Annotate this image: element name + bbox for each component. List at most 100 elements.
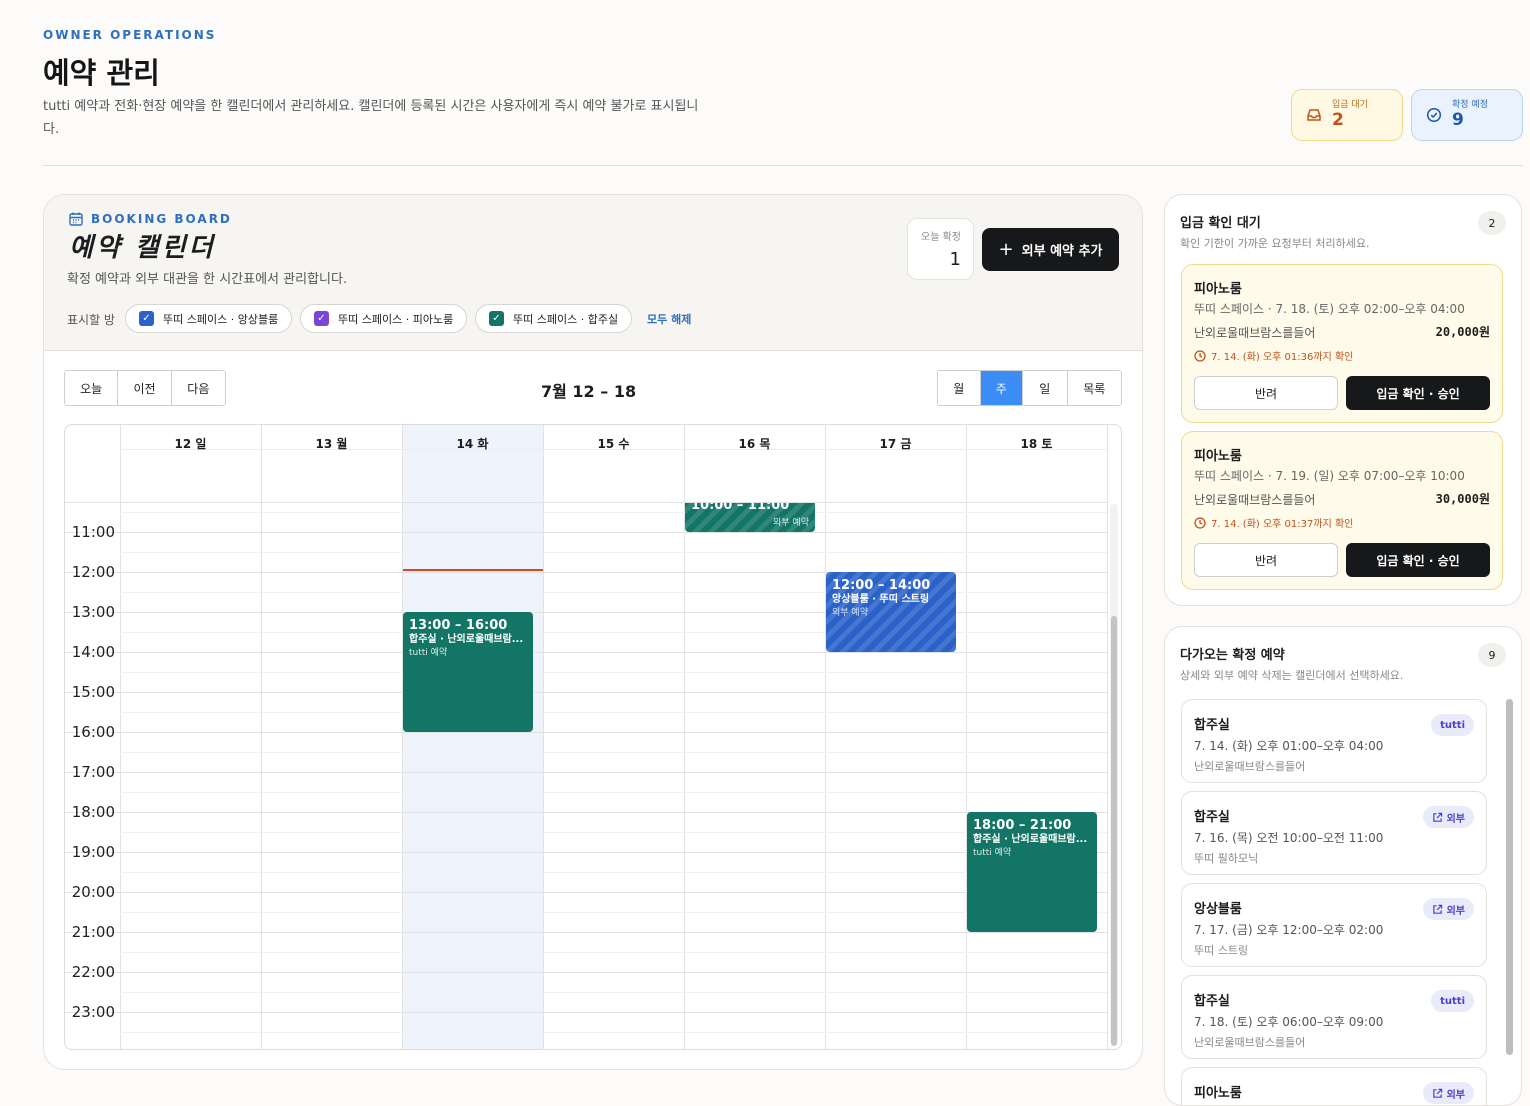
- clear-all-filters-link[interactable]: 모두 해제: [647, 311, 691, 327]
- external-link-icon: [1432, 1088, 1442, 1098]
- request-info: 뚜띠 스페이스 · 7. 19. (일) 오후 07:00–오후 10:00: [1194, 469, 1465, 483]
- booking-customer: 뚜띠 스트링: [1194, 944, 1249, 957]
- reject-button[interactable]: 반려: [1194, 376, 1338, 410]
- request-name: 난외로울때브람스를들어: [1194, 493, 1316, 507]
- prev-button[interactable]: 이전: [118, 371, 172, 405]
- room-filter-label: 뚜띠 스페이스 · 피아노룸: [338, 312, 454, 326]
- panel-subtitle: 확인 기한이 가까운 요청부터 처리하세요.: [1180, 237, 1370, 250]
- upcoming-booking-card[interactable]: 합주실 7. 16. (목) 오전 10:00–오전 11:00 뚜띠 필하모닉…: [1181, 791, 1487, 875]
- badge-label: tutti: [1440, 719, 1465, 731]
- page-eyebrow: OWNER OPERATIONS: [43, 28, 217, 42]
- plus-icon: +: [998, 239, 1014, 260]
- badge-label: 외부: [1446, 813, 1465, 825]
- pending-request-card: 피아노룸 뚜띠 스페이스 · 7. 18. (토) 오후 02:00–오후 04…: [1181, 264, 1503, 423]
- scrollbar-thumb[interactable]: [1506, 699, 1513, 1055]
- scrollbar-thumb[interactable]: [1111, 616, 1117, 1046]
- booking-source-badge: 외부: [1422, 898, 1474, 920]
- upcoming-booking-card[interactable]: 합주실 7. 14. (화) 오후 01:00–오후 04:00 난외로울때브람…: [1181, 699, 1487, 783]
- room-filter-piano[interactable]: ✓ 뚜띠 스페이스 · 피아노룸: [300, 304, 468, 333]
- board-eyebrow: BOOKING BOARD: [91, 212, 232, 226]
- booking-source-badge: 외부: [1422, 806, 1474, 828]
- upcoming-scrollbar[interactable]: [1506, 699, 1513, 1055]
- pending-deposit-stat: 입금 대기 2: [1291, 89, 1403, 141]
- event-title: 앙상블룸 · 뚜띠 스트링: [832, 594, 930, 605]
- day-header: 17 금: [879, 437, 912, 451]
- calendar-event[interactable]: 10:00 – 11:00 외부 예약: [685, 503, 815, 532]
- request-name: 난외로울때브람스를들어: [1194, 326, 1316, 340]
- scheduled-confirm-stat: 확정 예정 9: [1411, 89, 1523, 141]
- view-month-button[interactable]: 월: [938, 371, 981, 405]
- day-header: 13 월: [315, 437, 348, 451]
- grid-column-line: [1107, 425, 1108, 1049]
- event-time: 12:00 – 14:00: [832, 578, 931, 593]
- day-header: 15 수: [597, 437, 630, 451]
- booking-time: 7. 16. (목) 오전 10:00–오전 11:00: [1194, 831, 1384, 845]
- event-kind: 외부 예약: [832, 608, 868, 618]
- event-time: 13:00 – 16:00: [409, 618, 508, 633]
- day-header: 16 목: [738, 437, 771, 451]
- booking-time: 7. 17. (금) 오후 12:00–오후 02:00: [1194, 923, 1384, 937]
- approve-button[interactable]: 입금 확인 · 승인: [1346, 543, 1490, 577]
- calendar-event[interactable]: 12:00 – 14:00 앙상블룸 · 뚜띠 스트링외부 예약: [826, 572, 956, 652]
- today-confirmed-value: 1: [949, 249, 961, 270]
- booking-source-badge: 외부: [1422, 1082, 1474, 1104]
- view-week-button[interactable]: 주: [980, 371, 1024, 405]
- room-filter-ensemble[interactable]: ✓ 뚜띠 스페이스 · 앙상블룸: [125, 304, 293, 333]
- badge-label: 외부: [1446, 905, 1465, 917]
- badge-label: 외부: [1446, 1089, 1465, 1101]
- panel-title: 다가오는 확정 예약: [1180, 648, 1285, 663]
- event-time: 10:00 – 11:00: [691, 503, 790, 513]
- board-description: 확정 예약과 외부 대관을 한 시간표에서 관리합니다.: [67, 272, 348, 287]
- room-filter-band[interactable]: ✓ 뚜띠 스페이스 · 합주실: [475, 304, 633, 333]
- clock-icon: [1194, 516, 1206, 529]
- calendar-event[interactable]: 13:00 – 16:00 합주실 · 난외로울때브람... tutti 예약: [403, 612, 533, 732]
- pending-count-badge: 2: [1478, 211, 1506, 235]
- reject-button[interactable]: 반려: [1194, 543, 1338, 577]
- today-confirmed-label: 오늘 확정: [921, 232, 961, 243]
- badge-label: tutti: [1440, 995, 1465, 1007]
- request-price: 30,000원: [1435, 492, 1490, 506]
- event-kind: tutti 예약: [409, 648, 448, 658]
- board-title: 예약 캘린더: [69, 233, 216, 263]
- upcoming-booking-card[interactable]: 합주실 7. 18. (토) 오후 06:00–오후 09:00 난외로울때브람…: [1181, 975, 1487, 1059]
- page-title: 예약 관리: [43, 56, 160, 90]
- booking-time: 7. 14. (화) 오후 01:00–오후 04:00: [1194, 739, 1384, 753]
- view-day-button[interactable]: 일: [1023, 371, 1068, 405]
- booking-room: 합주실: [1194, 718, 1230, 733]
- next-button[interactable]: 다음: [171, 371, 225, 405]
- inbox-icon: [1307, 109, 1321, 121]
- header-divider: [43, 165, 1523, 166]
- event-title: 합주실 · 난외로울때브람...: [409, 634, 524, 645]
- calendar-event[interactable]: 18:00 – 21:00 합주실 · 난외로울때브람... tutti 예약: [967, 812, 1097, 932]
- today-confirmed-box: 오늘 확정 1: [907, 218, 974, 280]
- external-link-icon: [1432, 812, 1442, 822]
- add-button-label: 외부 예약 추가: [1021, 244, 1103, 259]
- request-info: 뚜띠 스페이스 · 7. 18. (토) 오후 02:00–오후 04:00: [1194, 302, 1465, 316]
- request-deadline: 7. 14. (화) 오후 01:36까지 확인: [1194, 348, 1353, 363]
- deadline-text: 7. 14. (화) 오후 01:37까지 확인: [1211, 519, 1354, 530]
- event-kind: tutti 예약: [973, 848, 1012, 858]
- booking-room: 합주실: [1194, 810, 1230, 825]
- upcoming-booking-card[interactable]: 앙상블룸 7. 17. (금) 오후 12:00–오후 02:00 뚜띠 스트링…: [1181, 883, 1487, 967]
- day-header: 18 토: [1020, 437, 1053, 451]
- add-external-booking-button[interactable]: + 외부 예약 추가: [982, 228, 1119, 271]
- today-button[interactable]: 오늘: [65, 371, 119, 405]
- calendar-range: 7월 12 – 18: [541, 382, 637, 401]
- deadline-text: 7. 14. (화) 오후 01:36까지 확인: [1211, 352, 1354, 363]
- check-circle-icon: [1426, 107, 1442, 123]
- approve-button[interactable]: 입금 확인 · 승인: [1346, 376, 1490, 410]
- event-title: 합주실 · 난외로울때브람...: [973, 834, 1088, 845]
- external-link-icon: [1432, 904, 1442, 914]
- booking-customer: 뚜띠 필하모닉: [1194, 852, 1259, 865]
- booking-time: 7. 18. (토) 오후 06:00–오후 09:00: [1194, 1015, 1384, 1029]
- booking-customer: 난외로울때브람스를들어: [1194, 760, 1306, 773]
- room-filter-label: 뚜띠 스페이스 · 합주실: [513, 312, 619, 326]
- view-list-button[interactable]: 목록: [1067, 371, 1121, 405]
- booking-room: 앙상블룸: [1194, 902, 1242, 917]
- upcoming-booking-card[interactable]: 피아노룸 외부: [1181, 1067, 1487, 1105]
- day-header: 14 화: [456, 437, 489, 451]
- stat-value: 9: [1452, 110, 1464, 130]
- event-time: 18:00 – 21:00: [973, 818, 1072, 833]
- calendar-scrollbar[interactable]: [1110, 504, 1118, 1046]
- events-area: 10:00 – 11:00 외부 예약 13:00 – 16:00 합주실 · 난외로…: [65, 503, 1107, 1049]
